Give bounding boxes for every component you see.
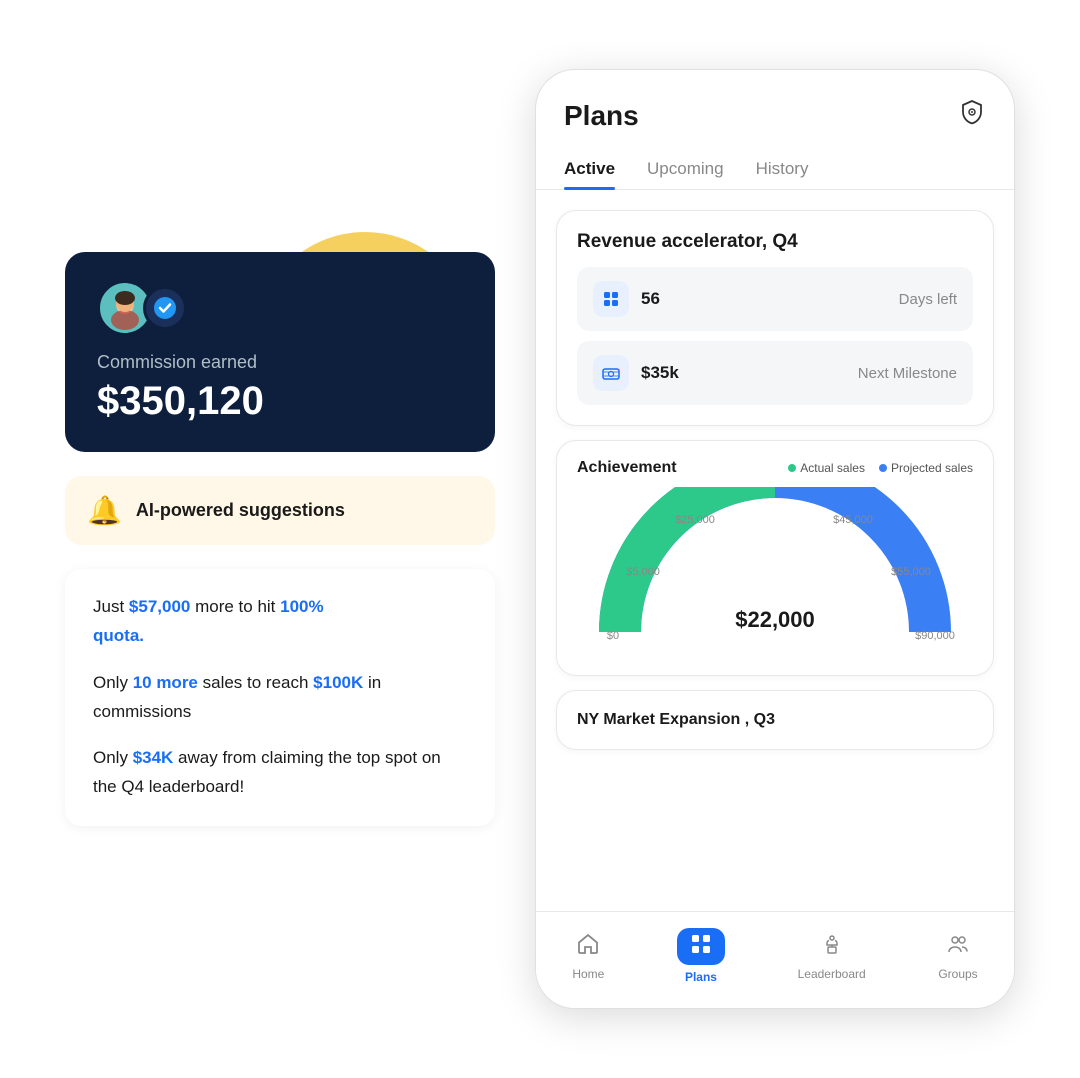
svg-text:$25,000: $25,000 xyxy=(675,514,715,526)
legend-actual: Actual sales xyxy=(788,461,865,475)
plan-card-title: Revenue accelerator, Q4 xyxy=(577,231,973,253)
commission-amount: $350,120 xyxy=(97,379,264,424)
gauge-chart: $0 $5,000 $25,000 $45,000 $55,000 $90,00… xyxy=(585,487,965,657)
projected-dot xyxy=(879,464,887,472)
highlight-amount-3: $34K xyxy=(133,748,174,767)
tab-active[interactable]: Active xyxy=(564,149,615,189)
highlight-percent: 100%quota. xyxy=(93,597,324,645)
suggestion-3: Only $34K away from claiming the top spo… xyxy=(93,744,467,802)
ny-market-card: NY Market Expansion , Q3 xyxy=(556,690,994,750)
svg-text:$5,000: $5,000 xyxy=(626,566,660,578)
bell-icon: 🔔 xyxy=(87,494,122,527)
ai-suggestions-title: AI-powered suggestions xyxy=(136,500,345,521)
nav-groups[interactable]: Groups xyxy=(938,932,977,981)
shield-icon[interactable] xyxy=(958,98,986,133)
tab-upcoming[interactable]: Upcoming xyxy=(647,149,724,189)
page-title: Plans xyxy=(564,100,639,132)
phone-header: Plans xyxy=(536,70,1014,133)
stat-row-days: 56 Days left xyxy=(577,267,973,331)
suggestions-text: Just $57,000 more to hit 100%quota. Only… xyxy=(65,569,495,826)
svg-text:$22,000: $22,000 xyxy=(735,607,815,632)
tab-history[interactable]: History xyxy=(756,149,809,189)
achievement-title: Achievement xyxy=(577,459,677,477)
phone-content: Revenue accelerator, Q4 56 Days left xyxy=(536,190,1014,911)
nav-groups-label: Groups xyxy=(938,967,977,981)
achievement-header: Achievement Actual sales Projected sales xyxy=(577,459,973,477)
highlight-amount-1: $57,000 xyxy=(129,597,190,616)
commission-label: Commission earned xyxy=(97,352,257,373)
nav-plans-label: Plans xyxy=(685,970,717,984)
nav-home-label: Home xyxy=(572,967,604,981)
ny-card-title: NY Market Expansion , Q3 xyxy=(577,711,973,729)
suggestion-1: Just $57,000 more to hit 100%quota. xyxy=(93,593,467,651)
svg-text:$45,000: $45,000 xyxy=(833,514,873,526)
days-label: Days left xyxy=(899,291,957,308)
avatars xyxy=(97,280,187,336)
chart-legend: Actual sales Projected sales xyxy=(788,461,973,475)
commission-card: Commission earned $350,120 xyxy=(65,252,495,452)
phone-tabs: Active Upcoming History xyxy=(536,133,1014,190)
verified-badge xyxy=(143,286,187,330)
milestone-label: Next Milestone xyxy=(858,365,957,382)
highlight-amount-2: $100K xyxy=(313,673,363,692)
phone-nav: Home Plans xyxy=(536,911,1014,1008)
svg-text:$90,000: $90,000 xyxy=(915,630,955,642)
nav-leaderboard-label: Leaderboard xyxy=(798,967,866,981)
actual-dot xyxy=(788,464,796,472)
suggestion-2: Only 10 more sales to reach $100K in com… xyxy=(93,669,467,727)
money-icon xyxy=(593,355,629,391)
main-container: Commission earned $350,120 🔔 AI-powered … xyxy=(0,0,1080,1078)
leaderboard-icon xyxy=(820,932,844,962)
home-icon xyxy=(576,932,600,962)
plan-card: Revenue accelerator, Q4 56 Days left xyxy=(556,210,994,426)
nav-leaderboard[interactable]: Leaderboard xyxy=(798,932,866,981)
stat-row-milestone: $35k Next Milestone xyxy=(577,341,973,405)
svg-text:$55,000: $55,000 xyxy=(891,566,931,578)
ai-suggestions-box: 🔔 AI-powered suggestions xyxy=(65,476,495,545)
svg-text:$0: $0 xyxy=(607,630,619,642)
nav-home[interactable]: Home xyxy=(572,932,604,981)
left-panel: Commission earned $350,120 🔔 AI-powered … xyxy=(65,252,495,826)
highlight-sales: 10 more xyxy=(133,673,198,692)
gauge-container: $0 $5,000 $25,000 $45,000 $55,000 $90,00… xyxy=(577,487,973,657)
achievement-section: Achievement Actual sales Projected sales xyxy=(556,440,994,676)
days-value: 56 xyxy=(641,289,660,309)
phone-frame: Plans Active Upcoming History Revenue ac… xyxy=(535,69,1015,1009)
plans-icon xyxy=(677,928,725,965)
groups-icon xyxy=(946,932,970,962)
milestone-value: $35k xyxy=(641,363,679,383)
nav-plans[interactable]: Plans xyxy=(677,928,725,984)
grid-icon xyxy=(593,281,629,317)
legend-projected: Projected sales xyxy=(879,461,973,475)
